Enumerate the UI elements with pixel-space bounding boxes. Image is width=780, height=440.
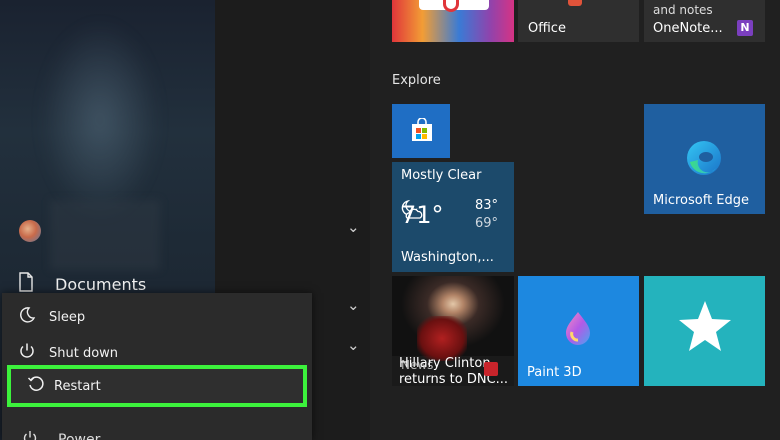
office-label: Office: [528, 21, 566, 36]
onenote-label: OneNote...: [653, 21, 723, 36]
chevron-down-icon[interactable]: ⌄: [347, 296, 360, 314]
paint-drop-icon: [562, 310, 594, 350]
app-tile-top-left[interactable]: [392, 0, 514, 42]
blurred-background: [40, 20, 160, 220]
office-icon: [568, 0, 582, 6]
microsoft-edge-tile[interactable]: Microsoft Edge: [644, 104, 765, 214]
store-bag-icon: [411, 117, 433, 146]
blurred-region: [50, 200, 160, 270]
office-tile[interactable]: Office: [518, 0, 639, 42]
news-photo-detail: [417, 316, 467, 361]
power-label: Power: [58, 432, 101, 440]
sleep-menu-item[interactable]: Sleep: [2, 300, 312, 334]
weather-tile[interactable]: Mostly Clear 71° 83° 69° Washington,...: [392, 162, 514, 272]
moon-icon: [18, 306, 36, 328]
onenote-icon: N: [737, 20, 753, 36]
star-icon: [676, 298, 734, 360]
onenote-tile[interactable]: and notes OneNote... N: [644, 0, 765, 42]
documents-label: Documents: [55, 274, 147, 294]
explore-group-header: Explore: [392, 73, 441, 88]
edge-label: Microsoft Edge: [653, 193, 750, 208]
edge-logo-icon: [684, 138, 724, 182]
power-button[interactable]: Power: [22, 430, 100, 440]
restart-icon: [27, 375, 45, 397]
weather-city: Washington,...: [401, 250, 494, 265]
power-icon: [18, 342, 36, 364]
shut-down-label: Shut down: [49, 345, 119, 361]
weather-condition: Mostly Clear: [401, 168, 482, 183]
weather-temperature: 71°: [401, 201, 444, 229]
restart-menu-item[interactable]: Restart: [7, 365, 307, 407]
chevron-down-icon[interactable]: ⌄: [347, 336, 360, 354]
chevron-down-icon[interactable]: ⌄: [347, 218, 360, 236]
sleep-label: Sleep: [49, 309, 86, 325]
paint-3d-label: Paint 3D: [527, 365, 582, 380]
power-icon: [22, 430, 38, 440]
weather-high: 83°: [475, 198, 499, 213]
news-tile[interactable]: Hillary Clinton returns to DNC... News: [392, 276, 514, 386]
onenote-subtitle: and notes: [653, 3, 713, 17]
paint-3d-tile[interactable]: Paint 3D: [518, 276, 639, 386]
power-options-menu: Sleep Shut down Restart: [2, 293, 312, 440]
news-app-icon: [484, 362, 498, 376]
star-app-tile[interactable]: [644, 276, 765, 386]
restart-label: Restart: [54, 378, 101, 394]
weather-low: 69°: [475, 216, 499, 231]
user-avatar[interactable]: [19, 220, 41, 242]
microsoft-store-tile[interactable]: [392, 104, 450, 158]
news-source: News: [401, 358, 434, 372]
